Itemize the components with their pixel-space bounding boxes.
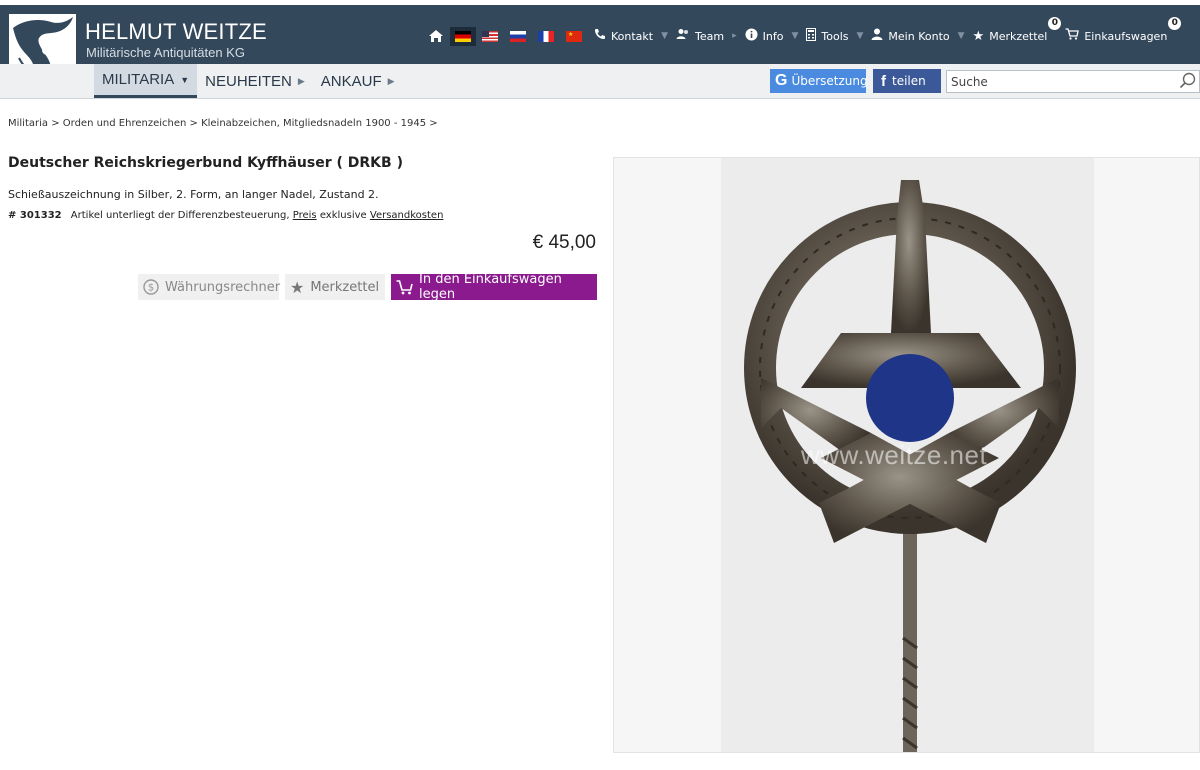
nav-mein-konto[interactable]: Mein Konto <box>865 25 955 47</box>
menu-ankauf[interactable]: ANKAUF ▶ <box>313 64 403 98</box>
breadcrumb[interactable]: Militaria > Orden und Ehrenzeichen > Kle… <box>8 118 438 129</box>
svg-text:$: $ <box>148 283 154 294</box>
share-label: teilen <box>892 74 926 88</box>
product-description: Schießauszeichnung in Silber, 2. Form, a… <box>8 188 379 201</box>
nav-info-label: Info <box>762 29 784 43</box>
facebook-share-button[interactable]: f teilen <box>873 69 941 93</box>
nav-tools[interactable]: Tools <box>800 25 854 47</box>
product-title: Deutscher Reichskriegerbund Kyffhäuser (… <box>8 155 403 171</box>
shipping-link[interactable]: Versandkosten <box>370 210 444 221</box>
google-icon: G <box>775 72 788 89</box>
cart-icon <box>1065 28 1080 44</box>
menu-militaria[interactable]: MILITARIA ▼ <box>94 64 198 98</box>
star-icon: ★ <box>972 28 985 44</box>
team-icon <box>676 28 690 44</box>
flag-us-icon[interactable] <box>482 30 498 42</box>
menu-neuheiten[interactable]: NEUHEITEN ▶ <box>197 64 313 98</box>
nav-mein-konto-label: Mein Konto <box>888 29 950 43</box>
dropdown-caret-icon: ▼ <box>856 31 864 41</box>
nav-team-label: Team <box>695 29 725 43</box>
product-meta: # 301332 Artikel unterliegt der Differen… <box>8 210 443 221</box>
cart-count-badge: 0 <box>1168 17 1182 30</box>
dropdown-caret-icon: ▼ <box>661 31 669 41</box>
main-navigation-bar: MILITARIA ▼ NEUHEITEN ▶ ANKAUF ▶ G Übers… <box>0 64 1200 99</box>
menu-militaria-label: MILITARIA <box>102 71 175 88</box>
top-navigation: ★ Kontakt ▼ Team ▸ Info ▼ Tools ▼ Mein K… <box>428 17 1182 49</box>
nav-kontakt[interactable]: Kontakt <box>588 25 659 47</box>
product-price: € 45,00 <box>532 232 596 253</box>
tax-note: Artikel unterliegt der Differenzbesteuer… <box>70 210 290 221</box>
facebook-icon: f <box>881 72 886 90</box>
product-image-frame[interactable]: www.weitze.net <box>613 157 1200 753</box>
brand-name[interactable]: HELMUT WEITZE <box>85 19 267 45</box>
currency-converter-label: Währungsrechner <box>165 279 281 295</box>
search-box <box>946 70 1200 93</box>
add-to-wishlist-button[interactable]: ★ Merkzettel <box>285 274 385 300</box>
phone-icon <box>594 28 606 44</box>
menu-ankauf-label: ANKAUF <box>320 72 382 90</box>
nav-merkzettel[interactable]: ★ Merkzettel 0 <box>967 17 1062 47</box>
nav-einkaufswagen-label: Einkaufswagen <box>1084 29 1168 43</box>
watermark: www.weitze.net <box>801 440 988 470</box>
add-to-cart-label: In den Einkaufswagen legen <box>419 272 562 302</box>
wishlist-label: Merkzettel <box>310 279 380 295</box>
main-menu: MILITARIA ▼ NEUHEITEN ▶ ANKAUF ▶ <box>94 64 403 98</box>
info-icon <box>745 28 758 45</box>
nav-tools-label: Tools <box>821 29 849 43</box>
add-to-cart-button[interactable]: In den Einkaufswagen legen <box>391 272 597 302</box>
flag-ru-icon[interactable] <box>510 30 526 42</box>
caret-right-icon: ▶ <box>387 75 395 86</box>
nav-merkzettel-label: Merkzettel <box>989 29 1048 43</box>
translate-button[interactable]: G Übersetzung <box>770 69 868 93</box>
dollar-circle-icon: $ <box>143 279 159 295</box>
caret-right-icon: ▶ <box>297 75 305 86</box>
flag-de-wrapper <box>450 26 476 46</box>
search-icon[interactable] <box>1179 72 1197 94</box>
cart-icon <box>396 279 413 295</box>
calculator-icon <box>806 27 817 45</box>
home-icon[interactable] <box>428 25 444 47</box>
brand-subtitle: Militärische Antiquitäten KG <box>86 45 245 60</box>
product-image: www.weitze.net <box>721 158 1094 752</box>
flag-de-icon[interactable] <box>455 30 471 42</box>
user-icon <box>871 28 883 44</box>
flag-fr-icon[interactable] <box>538 30 554 42</box>
nav-kontakt-label: Kontakt <box>611 29 654 43</box>
price-link[interactable]: Preis <box>293 210 317 221</box>
dropdown-caret-icon: ▼ <box>791 31 799 41</box>
article-number: # 301332 <box>8 210 62 221</box>
translate-label: Übersetzung <box>791 74 868 88</box>
star-icon: ★ <box>290 277 305 297</box>
nav-team[interactable]: Team <box>670 25 730 47</box>
site-header: HELMUT WEITZE Militärische Antiquitäten … <box>0 5 1200 64</box>
menu-neuheiten-label: NEUHEITEN <box>205 72 292 90</box>
currency-converter-button[interactable]: $ Währungsrechner <box>138 274 281 300</box>
flag-cn-icon[interactable]: ★ <box>566 30 582 42</box>
nav-einkaufswagen[interactable]: Einkaufswagen 0 <box>1059 17 1182 47</box>
caret-down-icon: ▼ <box>180 74 190 85</box>
nav-info[interactable]: Info <box>739 25 790 47</box>
exclusive-text: exklusive <box>319 210 367 221</box>
dropdown-caret-icon: ▼ <box>957 31 965 41</box>
search-input[interactable] <box>947 72 1175 92</box>
chevron-right-icon: ▸ <box>732 31 737 41</box>
